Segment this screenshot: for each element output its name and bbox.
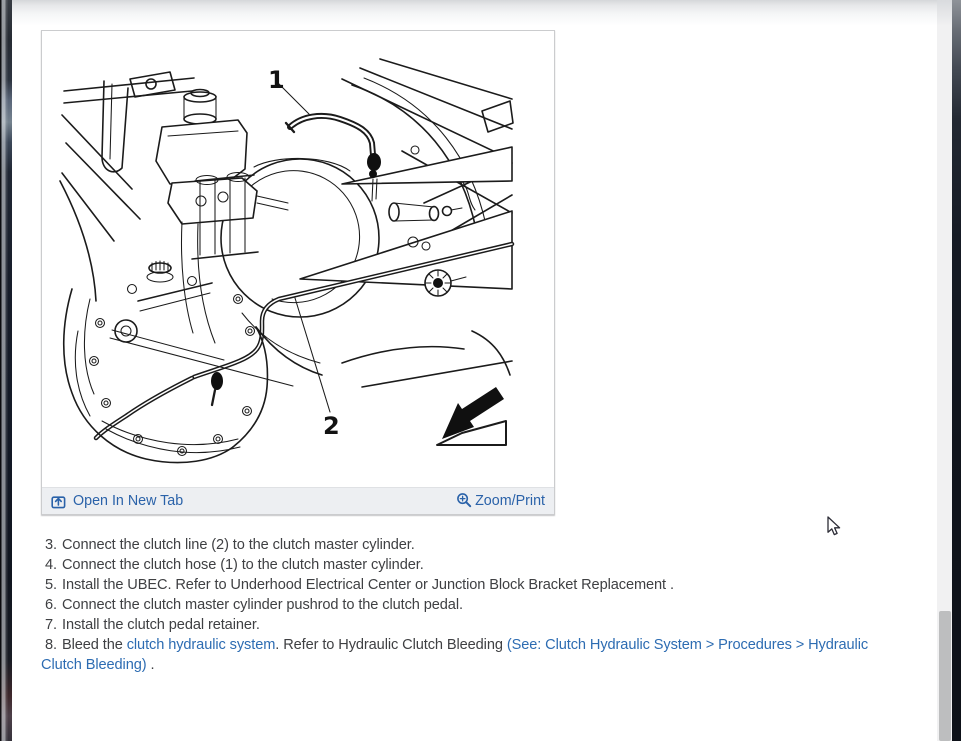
view-direction-arrow bbox=[437, 387, 506, 445]
instruction-step-8: 8. Bleed the clutch hydraulic system. Ref… bbox=[41, 635, 895, 675]
step-text: Install the clutch pedal retainer. bbox=[62, 617, 260, 633]
instruction-step-3: 3. Connect the clutch line (2) to the clu… bbox=[41, 535, 895, 555]
instruction-step-7: 7. Install the clutch pedal retainer. bbox=[41, 615, 895, 635]
callout-1-label: 1 bbox=[268, 66, 285, 94]
instruction-step-4: 4. Connect the clutch hose (1) to the clu… bbox=[41, 555, 895, 575]
engine-bay-structure bbox=[60, 59, 513, 387]
figure-toolbar: Open In New Tab Zoom/Print bbox=[42, 487, 554, 514]
clutch-diagram-image: 1 2 bbox=[42, 31, 554, 487]
lower-brackets bbox=[242, 313, 322, 375]
clutch-hydraulic-system-link[interactable]: clutch hydraulic system bbox=[127, 637, 276, 653]
zoom-print-label: Zoom/Print bbox=[475, 493, 545, 509]
figure-image-area: 1 2 bbox=[42, 31, 554, 487]
step-number: 8. bbox=[45, 637, 57, 653]
step-text: Connect the clutch master cylinder pushr… bbox=[62, 597, 463, 613]
step-text: Bleed the bbox=[62, 637, 127, 653]
desktop-edge-left bbox=[0, 0, 12, 741]
callout-2-label: 2 bbox=[323, 412, 340, 440]
step-text: Install the UBEC. Refer to Underhood Ele… bbox=[62, 577, 674, 593]
open-in-new-tab-button[interactable]: Open In New Tab bbox=[51, 493, 183, 509]
step-number: 6. bbox=[45, 597, 57, 613]
step-text: Connect the clutch line (2) to the clutc… bbox=[62, 537, 415, 553]
instruction-list: 3. Connect the clutch line (2) to the clu… bbox=[41, 535, 895, 675]
step-text: . Refer to Hydraulic Clutch Bleeding bbox=[275, 637, 507, 653]
instruction-step-5: 5. Install the UBEC. Refer to Underhood E… bbox=[41, 575, 895, 595]
step-number: 7. bbox=[45, 617, 57, 633]
magnifier-plus-icon bbox=[456, 492, 472, 508]
step-text: Connect the clutch hose (1) to the clutc… bbox=[62, 557, 424, 573]
instruction-step-6: 6. Connect the clutch master cylinder pus… bbox=[41, 595, 895, 615]
step-number: 4. bbox=[45, 557, 57, 573]
shift-cable-line bbox=[110, 338, 293, 386]
desktop-edge-right bbox=[952, 0, 961, 741]
vertical-scrollbar-thumb[interactable] bbox=[939, 611, 951, 741]
open-in-new-tab-label: Open In New Tab bbox=[73, 493, 183, 509]
open-in-new-tab-icon bbox=[51, 494, 66, 509]
figure-panel: 1 2 Open In New Tab Zoom/Print bbox=[41, 30, 555, 515]
page-top-gradient bbox=[12, 0, 952, 26]
step-number: 5. bbox=[45, 577, 57, 593]
step-text: . bbox=[146, 657, 154, 673]
vertical-scrollbar-track[interactable] bbox=[937, 0, 952, 741]
callout-2-leader bbox=[295, 298, 330, 412]
zoom-print-button[interactable]: Zoom/Print bbox=[456, 492, 545, 511]
step-number: 3. bbox=[45, 537, 57, 553]
app-window: 1 2 Open In New Tab Zoom/Print bbox=[0, 0, 961, 741]
